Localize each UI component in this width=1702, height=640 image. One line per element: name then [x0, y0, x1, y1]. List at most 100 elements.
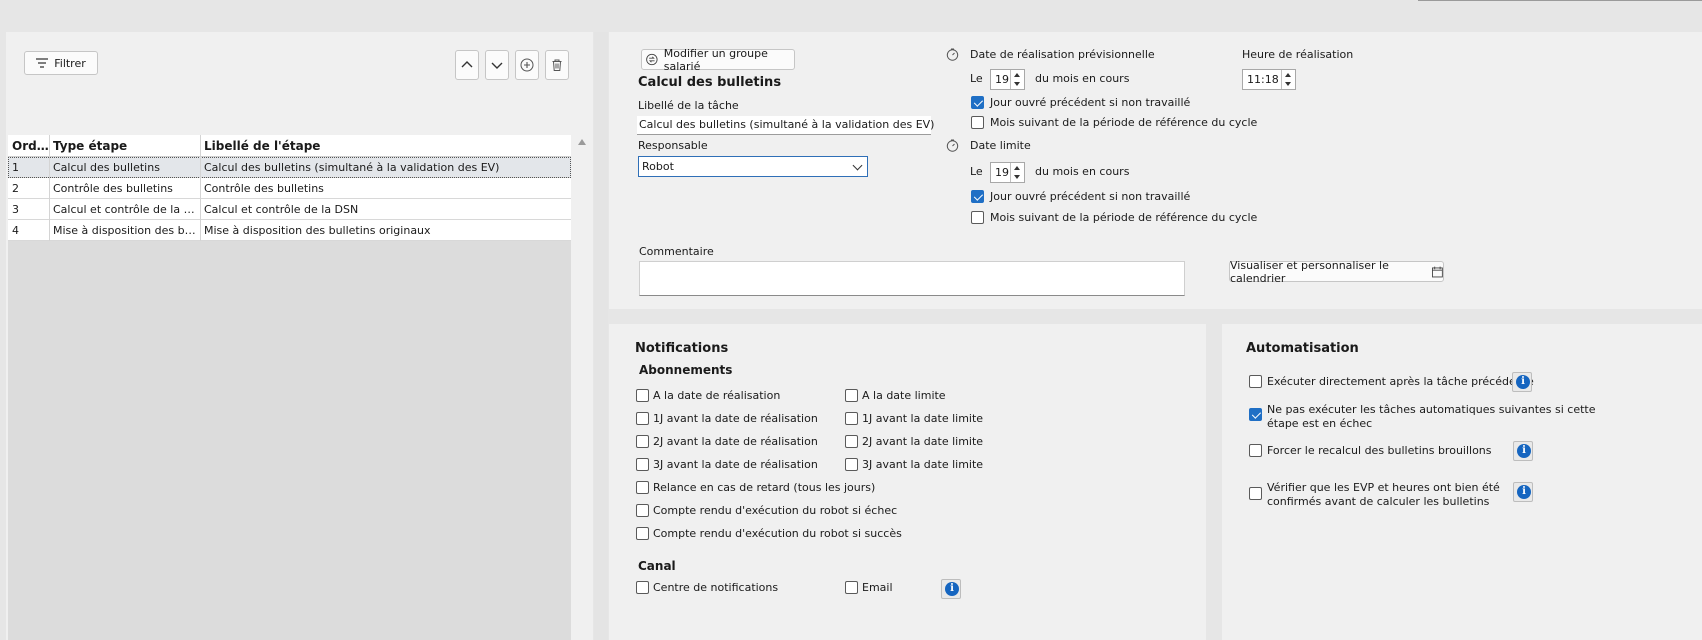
auto-label-verify-evp-line2: confirmés avant de calculer les bulletin… — [1267, 495, 1490, 508]
notifications-panel: Notifications Abonnements A la date de r… — [609, 324, 1206, 640]
cell-libelle: Calcul et contrôle de la DSN — [204, 203, 359, 216]
cell-ordre: 2 — [12, 182, 19, 195]
notif-label: 1J avant la date limite — [862, 412, 984, 425]
mois-suivant-prev-label: Mois suivant de la période de référence … — [990, 116, 1258, 129]
canal-email-label: Email — [862, 581, 893, 594]
calendar-icon — [1432, 266, 1443, 277]
top-edge-line — [1418, 0, 1702, 1]
group-swap-icon — [646, 53, 658, 66]
modify-group-label: Modifier un groupe salarié — [663, 46, 768, 73]
cell-libelle: Calcul des bulletins (simultané à la val… — [204, 161, 500, 174]
du-mois-label: du mois en cours — [1035, 165, 1130, 178]
move-down-button[interactable] — [485, 50, 509, 80]
info-icon[interactable] — [1513, 482, 1533, 502]
timer-icon — [946, 139, 959, 152]
cell-ordre: 4 — [12, 224, 19, 237]
modify-group-button[interactable]: Modifier un groupe salarié — [641, 46, 795, 73]
notif-checkbox[interactable] — [845, 412, 858, 425]
notif-checkbox[interactable] — [636, 389, 649, 402]
panel-splitter[interactable] — [594, 32, 608, 640]
table-row[interactable]: 2 Contrôle des bulletins Contrôle des bu… — [8, 178, 571, 199]
chevron-up-icon — [461, 61, 473, 68]
cell-libelle: Mise à disposition des bulletins origina… — [204, 224, 431, 237]
auto-checkbox-stop-on-failure[interactable] — [1249, 408, 1262, 421]
jour-ouvre-prev-label: Jour ouvré précédent si non travaillé — [990, 96, 1191, 109]
notif-checkbox[interactable] — [845, 435, 858, 448]
notif-checkbox[interactable] — [845, 458, 858, 471]
info-icon[interactable] — [1512, 372, 1532, 392]
spinner-arrows[interactable] — [1010, 70, 1024, 89]
responsable-select[interactable]: Robot — [638, 156, 868, 177]
add-circle-icon — [520, 58, 534, 72]
responsable-value: Robot — [642, 160, 674, 173]
canal-centre-checkbox[interactable] — [636, 581, 649, 594]
abonnements-title: Abonnements — [639, 363, 733, 377]
cell-type: Contrôle des bulletins — [53, 182, 173, 195]
spinner-arrows[interactable] — [1010, 163, 1024, 182]
automatisation-panel: Automatisation Exécuter directement aprè… — [1222, 324, 1702, 640]
commentaire-textarea[interactable] — [639, 261, 1185, 296]
date-prev-label: Date de réalisation prévisionnelle — [970, 48, 1155, 61]
auto-checkbox-verify-evp[interactable] — [1249, 487, 1262, 500]
canal-info-icon[interactable] — [941, 579, 961, 599]
cell-libelle: Contrôle des bulletins — [204, 182, 324, 195]
column-header-type[interactable]: Type étape — [49, 135, 200, 157]
calendar-button-label: Visualiser et personnaliser le calendrie… — [1230, 258, 1389, 285]
mois-suivant-limite-checkbox[interactable] — [971, 211, 984, 224]
date-limite-label: Date limite — [970, 139, 1031, 152]
mois-suivant-prev-checkbox[interactable] — [971, 116, 984, 129]
filter-icon — [36, 58, 49, 68]
notif-checkbox[interactable] — [636, 527, 649, 540]
steps-panel: Filtrer Ordre Type étape Libellé de l'ét… — [6, 32, 593, 640]
notif-label: 1J avant la date de réalisation — [653, 412, 818, 425]
delete-step-button[interactable] — [545, 50, 569, 80]
date-limite-day-spinner[interactable]: 19 — [990, 162, 1025, 183]
auto-label-execute-after: Exécuter directement après la tâche préc… — [1267, 375, 1534, 388]
move-up-button[interactable] — [455, 50, 479, 80]
jour-ouvre-limite-checkbox[interactable] — [971, 190, 984, 203]
timer-icon — [946, 48, 959, 61]
libelle-input[interactable]: Calcul des bulletins (simultané à la val… — [637, 116, 934, 135]
filter-label: Filtrer — [54, 56, 86, 70]
notif-checkbox[interactable] — [845, 389, 858, 402]
notif-checkbox[interactable] — [636, 504, 649, 517]
notif-checkbox[interactable] — [636, 412, 649, 425]
trash-icon — [552, 59, 562, 71]
filter-button[interactable]: Filtrer — [24, 51, 98, 75]
spinner-arrows[interactable] — [1281, 70, 1295, 89]
cell-ordre: 1 — [12, 161, 19, 174]
mois-suivant-limite-label: Mois suivant de la période de référence … — [990, 211, 1258, 224]
auto-label-stop-on-failure-line1: Ne pas exécuter les tâches automatiques … — [1267, 403, 1596, 416]
table-row[interactable]: 4 Mise à disposition des bull... Mise à … — [8, 220, 571, 241]
canal-email-checkbox[interactable] — [845, 581, 858, 594]
heure-value: 11:18 — [1247, 73, 1279, 86]
heure-spinner[interactable]: 11:18 — [1242, 69, 1296, 90]
column-header-ordre[interactable]: Ordre — [8, 135, 49, 157]
sort-ascending-icon[interactable] — [578, 139, 586, 145]
add-step-button[interactable] — [515, 50, 539, 80]
table-row[interactable]: 1 Calcul des bulletins Calcul des bullet… — [8, 157, 571, 178]
notif-checkbox[interactable] — [636, 435, 649, 448]
column-divider — [200, 135, 201, 241]
task-title: Calcul des bulletins — [638, 75, 782, 90]
heure-label: Heure de réalisation — [1242, 48, 1354, 61]
date-prev-day-spinner[interactable]: 19 — [990, 69, 1025, 90]
notif-label: 3J avant la date de réalisation — [653, 458, 818, 471]
notifications-title: Notifications — [635, 341, 729, 356]
task-detail-panel: Modifier un groupe salarié Calcul des bu… — [609, 32, 1702, 309]
date-limite-day-value: 19 — [995, 166, 1009, 179]
auto-checkbox-force-recalc[interactable] — [1249, 444, 1262, 457]
auto-checkbox-execute-after[interactable] — [1249, 375, 1262, 388]
column-header-libelle[interactable]: Libellé de l'étape — [200, 135, 571, 157]
notif-checkbox[interactable] — [636, 458, 649, 471]
responsable-label: Responsable — [638, 139, 708, 152]
date-prev-day-value: 19 — [995, 73, 1009, 86]
notif-checkbox[interactable] — [636, 481, 649, 494]
notif-label: A la date de réalisation — [653, 389, 781, 402]
notif-label: 3J avant la date limite — [862, 458, 984, 471]
jour-ouvre-prev-checkbox[interactable] — [971, 96, 984, 109]
calendar-button[interactable]: Visualiser et personnaliser le calendrie… — [1229, 258, 1444, 285]
notif-label: Relance en cas de retard (tous les jours… — [653, 481, 876, 494]
info-icon[interactable] — [1513, 441, 1533, 461]
table-row[interactable]: 3 Calcul et contrôle de la DSN Calcul et… — [8, 199, 571, 220]
